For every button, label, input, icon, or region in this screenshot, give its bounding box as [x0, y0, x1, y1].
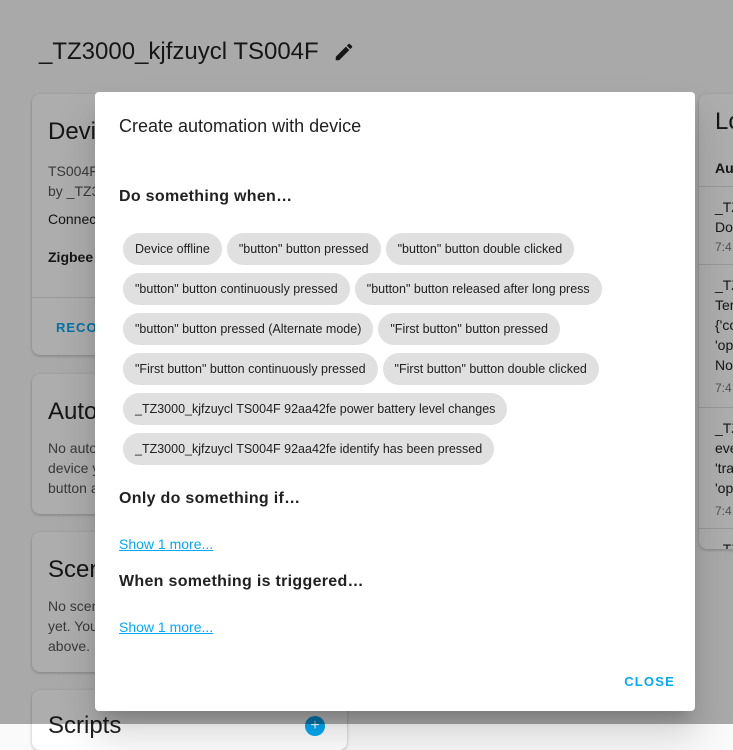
trigger-chip[interactable]: _TZ3000_kjfzuycl TS004F 92aa42fe power b…: [123, 393, 508, 425]
create-automation-dialog: Create automation with device Do somethi…: [95, 92, 695, 711]
trigger-chip[interactable]: "First button" button continuously press…: [123, 353, 378, 385]
trigger-chip[interactable]: "button" button pressed (Alternate mode): [123, 313, 374, 345]
trigger-chip[interactable]: "button" button double clicked: [385, 233, 575, 265]
close-button[interactable]: CLOSE: [622, 670, 677, 693]
trigger-chip[interactable]: "First button" button double clicked: [382, 353, 599, 385]
triggers-section-title: Do something when…: [119, 188, 293, 205]
trigger-chip[interactable]: "First button" button pressed: [378, 313, 560, 345]
actions-section-title: When something is triggered…: [119, 573, 364, 590]
trigger-chip[interactable]: "button" button continuously pressed: [123, 273, 350, 305]
trigger-chip[interactable]: "button" button released after long pres…: [354, 273, 602, 305]
trigger-chip[interactable]: _TZ3000_kjfzuycl TS004F 92aa42fe identif…: [123, 433, 495, 465]
trigger-chip[interactable]: "button" button pressed: [226, 233, 381, 265]
actions-show-more-link[interactable]: Show 1 more...: [119, 619, 213, 635]
trigger-chip[interactable]: Device offline: [123, 233, 222, 265]
conditions-section-title: Only do something if…: [119, 490, 301, 507]
dialog-title: Create automation with device: [119, 116, 362, 136]
trigger-chip-list: Device offline "button" button pressed "…: [123, 233, 643, 465]
conditions-show-more-link[interactable]: Show 1 more...: [119, 536, 213, 552]
